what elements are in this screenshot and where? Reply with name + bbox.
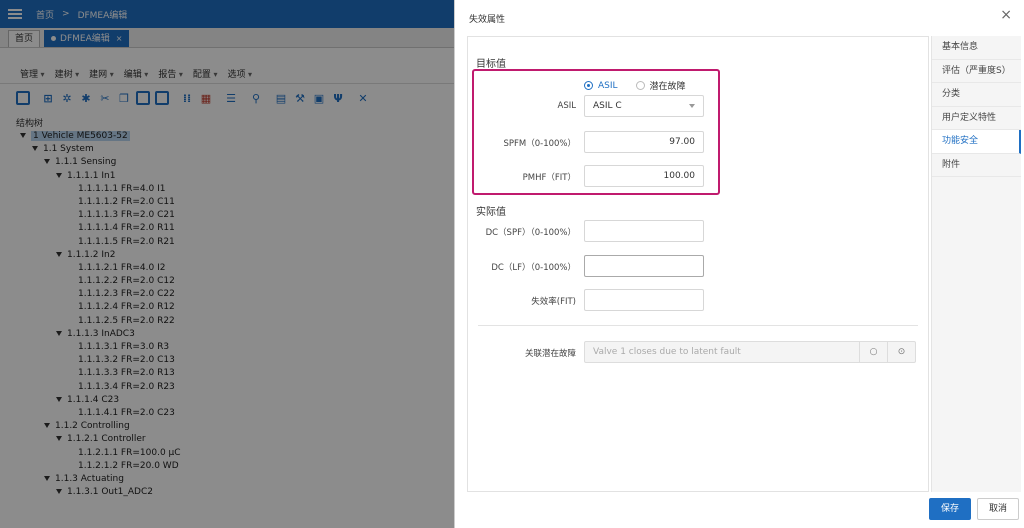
failure-rate-label: 失效率(FIT) (531, 297, 576, 307)
assoc-latent-fault-value: Valve 1 closes due to latent fault (593, 347, 741, 357)
nav-basic-info[interactable]: 基本信息 (932, 36, 1021, 60)
dc-spf-input[interactable] (584, 220, 704, 242)
nav-attachments[interactable]: 附件 (932, 154, 1021, 177)
asil-label: ASIL (557, 101, 576, 111)
dialog-title: 失效属性 (469, 15, 506, 25)
dc-lf-label: DC（LF）（0-100%） (491, 263, 576, 273)
target-mode-radios: ASIL 潜在故障 (584, 79, 704, 92)
assoc-latent-fault-field[interactable]: Valve 1 closes due to latent fault ○ ⊙ (584, 341, 916, 363)
search-icon[interactable]: ○ (859, 342, 887, 362)
target-section-title: 目标值 (476, 59, 506, 70)
save-button[interactable]: 保存 (929, 498, 971, 520)
failure-attributes-dialog: 失效属性 × 目标值 ASIL 潜在故障 ASIL ASIL C SPFM（0-… (454, 0, 1024, 528)
nav-user-defined[interactable]: 用户定义特性 (932, 107, 1021, 130)
asil-select[interactable]: ASIL C (584, 95, 704, 117)
latent-fault-radio-label[interactable]: 潜在故障 (650, 79, 686, 92)
pmhf-input[interactable]: 100.00 (584, 165, 704, 187)
assoc-latent-fault-label: 关联潜在故障 (524, 349, 576, 359)
cancel-button[interactable]: 取消 (977, 498, 1019, 520)
failure-rate-input[interactable] (584, 289, 704, 311)
dc-spf-label: DC（SPF）（0-100%） (485, 228, 576, 238)
pmhf-label: PMHF（FIT） (522, 173, 576, 183)
functional-safety-panel: 目标值 ASIL 潜在故障 ASIL ASIL C SPFM（0-100%） 9… (467, 36, 929, 492)
spfm-label: SPFM（0-100%） (503, 139, 576, 149)
side-nav: 基本信息 评估（严重度S） 分类 用户定义特性 功能安全 附件 (931, 36, 1021, 492)
nav-classification[interactable]: 分类 (932, 83, 1021, 107)
chevron-down-icon (689, 104, 695, 108)
actual-section-title: 实际值 (476, 207, 506, 218)
asil-select-value: ASIL C (593, 101, 622, 111)
spfm-input[interactable]: 97.00 (584, 131, 704, 153)
nav-functional-safety[interactable]: 功能安全 (932, 130, 1021, 154)
section-divider (478, 325, 918, 326)
nav-severity[interactable]: 评估（严重度S） (932, 60, 1021, 83)
dc-lf-input[interactable] (584, 255, 704, 277)
asil-radio-label[interactable]: ASIL (598, 81, 618, 91)
close-icon[interactable]: × (1000, 8, 1012, 22)
target-icon[interactable]: ⊙ (887, 342, 915, 362)
asil-radio[interactable] (584, 81, 593, 90)
latent-fault-radio[interactable] (635, 81, 645, 90)
